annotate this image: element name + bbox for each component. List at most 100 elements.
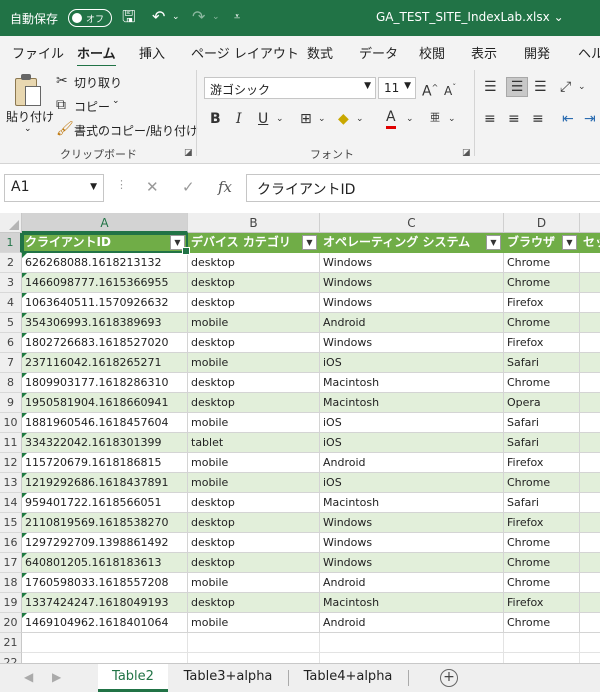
table-cell[interactable]: 1469104962.1618401064: [22, 613, 188, 633]
tab-page-layout[interactable]: ページ レイアウト: [191, 43, 299, 62]
table-cell[interactable]: desktop: [188, 293, 320, 313]
table-cell[interactable]: [580, 513, 600, 533]
table-cell[interactable]: 640801205.1618183613: [22, 553, 188, 573]
table-cell[interactable]: [580, 393, 600, 413]
column-header-b[interactable]: B: [188, 213, 320, 233]
paste-dropdown-icon[interactable]: ⌄: [24, 124, 32, 134]
row-header[interactable]: 16: [0, 533, 22, 553]
orientation-dropdown-icon[interactable]: ⌄: [578, 78, 586, 96]
table-cell[interactable]: Chrome: [504, 553, 580, 573]
tab-home[interactable]: ホーム: [77, 43, 116, 68]
row-header[interactable]: 13: [0, 473, 22, 493]
next-sheet-icon[interactable]: ▶: [52, 670, 61, 684]
table-cell[interactable]: Firefox: [504, 593, 580, 613]
tab-file[interactable]: ファイル: [12, 43, 64, 62]
table-cell[interactable]: [580, 653, 600, 663]
row-header[interactable]: 18: [0, 573, 22, 593]
align-right-icon[interactable]: ≡: [532, 110, 544, 128]
orientation-icon[interactable]: ⤢: [560, 78, 571, 96]
table-cell[interactable]: iOS: [320, 473, 504, 493]
table-cell[interactable]: [580, 293, 600, 313]
save-icon[interactable]: 🖫: [122, 6, 136, 28]
column-header-d[interactable]: D: [504, 213, 580, 233]
row-header[interactable]: 3: [0, 273, 22, 293]
table-cell[interactable]: [580, 473, 600, 493]
row-header[interactable]: 10: [0, 413, 22, 433]
row-header[interactable]: 19: [0, 593, 22, 613]
table-cell[interactable]: [320, 653, 504, 663]
italic-icon[interactable]: I: [236, 110, 242, 128]
table-cell[interactable]: Windows: [320, 333, 504, 353]
table-cell[interactable]: [580, 253, 600, 273]
phonetic-dropdown-icon[interactable]: ⌄: [448, 110, 456, 128]
title-caret-icon[interactable]: ⌄: [554, 10, 564, 24]
table-cell[interactable]: Windows: [320, 293, 504, 313]
row-header[interactable]: 7: [0, 353, 22, 373]
redo-dropdown-icon[interactable]: ⌄: [212, 6, 220, 28]
table-cell[interactable]: Chrome: [504, 253, 580, 273]
table-cell[interactable]: desktop: [188, 533, 320, 553]
table-cell[interactable]: mobile: [188, 353, 320, 373]
insert-function-icon[interactable]: fx: [218, 178, 232, 196]
row-header[interactable]: 21: [0, 633, 22, 653]
table-cell[interactable]: 1881960546.1618457604: [22, 413, 188, 433]
table-cell[interactable]: 237116042.1618265271: [22, 353, 188, 373]
table-cell[interactable]: 1802726683.1618527020: [22, 333, 188, 353]
tab-insert[interactable]: 挿入: [139, 43, 165, 62]
table-cell[interactable]: 354306993.1618389693: [22, 313, 188, 333]
bold-icon[interactable]: B: [210, 110, 221, 128]
table-cell[interactable]: desktop: [188, 553, 320, 573]
align-left-icon[interactable]: ≡: [484, 110, 496, 128]
table-cell[interactable]: [580, 333, 600, 353]
filter-dropdown-icon[interactable]: ▼: [562, 235, 577, 250]
table-cell[interactable]: Chrome: [504, 573, 580, 593]
column-header-e[interactable]: [580, 213, 600, 233]
header-cell[interactable]: セッ: [580, 233, 600, 253]
table-cell[interactable]: Firefox: [504, 333, 580, 353]
table-cell[interactable]: Firefox: [504, 453, 580, 473]
table-cell[interactable]: [580, 273, 600, 293]
font-color-icon[interactable]: A: [386, 108, 396, 129]
add-sheet-icon[interactable]: +: [440, 669, 458, 687]
table-cell[interactable]: [22, 653, 188, 663]
header-cell[interactable]: クライアントID ▼: [22, 233, 188, 253]
table-cell[interactable]: Android: [320, 313, 504, 333]
table-cell[interactable]: Safari: [504, 493, 580, 513]
table-cell[interactable]: Windows: [320, 553, 504, 573]
increase-font-icon[interactable]: A^: [422, 79, 438, 101]
cancel-icon[interactable]: ✕: [146, 178, 159, 196]
autosave-toggle[interactable]: オフ: [68, 9, 112, 27]
table-cell[interactable]: [580, 453, 600, 473]
underline-icon[interactable]: U: [258, 110, 268, 128]
table-cell[interactable]: Chrome: [504, 533, 580, 553]
table-cell[interactable]: desktop: [188, 513, 320, 533]
table-cell[interactable]: [580, 313, 600, 333]
align-middle-icon[interactable]: ☰: [506, 77, 528, 97]
table-cell[interactable]: desktop: [188, 593, 320, 613]
table-cell[interactable]: iOS: [320, 353, 504, 373]
table-cell[interactable]: Windows: [320, 533, 504, 553]
table-cell[interactable]: Windows: [320, 253, 504, 273]
table-cell[interactable]: 626268088.1618213132: [22, 253, 188, 273]
fill-color-icon[interactable]: ◆: [338, 110, 349, 128]
table-cell[interactable]: 1337424247.1618049193: [22, 593, 188, 613]
underline-dropdown-icon[interactable]: ⌄: [276, 110, 284, 128]
table-cell[interactable]: [580, 633, 600, 653]
table-cell[interactable]: 1466098777.1615366955: [22, 273, 188, 293]
table-cell[interactable]: [580, 573, 600, 593]
table-cell[interactable]: [580, 413, 600, 433]
row-header[interactable]: 17: [0, 553, 22, 573]
table-cell[interactable]: [580, 433, 600, 453]
align-top-icon[interactable]: ☰: [484, 78, 497, 96]
table-cell[interactable]: Android: [320, 453, 504, 473]
filter-dropdown-icon[interactable]: ▼: [302, 235, 317, 250]
table-cell[interactable]: desktop: [188, 493, 320, 513]
tab-review[interactable]: 校閲: [419, 43, 445, 62]
table-cell[interactable]: Android: [320, 573, 504, 593]
copy-icon[interactable]: ⧉: [56, 96, 66, 114]
table-cell[interactable]: tablet: [188, 433, 320, 453]
decrease-font-icon[interactable]: Aˇ: [444, 79, 456, 100]
font-size-select[interactable]: 11 ▼: [378, 77, 416, 99]
phonetic-icon[interactable]: 亜: [430, 110, 440, 128]
clipboard-launcher-icon[interactable]: ◪: [184, 148, 193, 158]
